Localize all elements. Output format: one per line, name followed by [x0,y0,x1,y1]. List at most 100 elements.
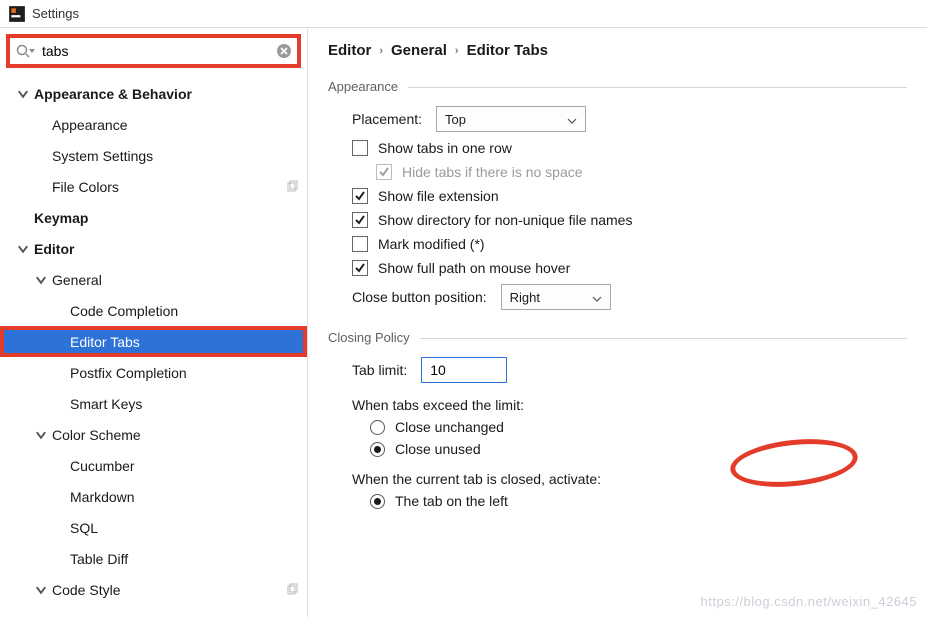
radio-tab-on-left[interactable]: The tab on the left [328,493,907,509]
tree-item-markdown[interactable]: Markdown [0,481,307,512]
tree-item-appearance[interactable]: Appearance [0,109,307,140]
close-btn-pos-value: Right [510,290,540,305]
tree-item-code-style[interactable]: Code Style [0,574,307,605]
placement-label: Placement: [352,111,422,127]
main-panel: Editor › General › Editor Tabs Appearanc… [308,28,927,617]
tab-limit-input[interactable] [421,357,507,383]
tree-spacer [52,552,66,566]
section-closing-title: Closing Policy [328,330,410,345]
checkbox-show-file-ext[interactable]: Show file extension [328,188,907,204]
breadcrumb-editor[interactable]: Editor [328,42,371,59]
tree-item-keymap[interactable]: Keymap [0,202,307,233]
tree-item-label: Editor [34,241,299,257]
search-dropdown-icon [28,43,36,59]
tree-item-color-scheme[interactable]: Color Scheme [0,419,307,450]
sidebar: Appearance & Behavior Appearance System Se… [0,28,308,617]
checkbox-icon [352,236,368,252]
tree-item-general[interactable]: General [0,264,307,295]
tree-item-cucumber[interactable]: Cucumber [0,450,307,481]
tree-item-label: Editor Tabs [70,334,299,350]
chevron-down-icon [16,87,30,101]
tree-item-table-diff[interactable]: Table Diff [0,543,307,574]
tree-item-postfix-completion[interactable]: Postfix Completion [0,357,307,388]
tree-item-label: Color Scheme [52,427,299,443]
checkbox-label: Show file extension [378,188,499,204]
section-appearance-title: Appearance [328,79,398,94]
tree-spacer [52,397,66,411]
tree-item-label: SQL [70,520,299,536]
breadcrumb-sep-icon: › [455,45,459,57]
tree-spacer [34,180,48,194]
checkbox-label: Show directory for non-unique file names [378,212,632,228]
checkbox-label: Show tabs in one row [378,140,512,156]
tree-item-label: Postfix Completion [70,365,299,381]
tree-spacer [52,335,66,349]
tree-spacer [52,304,66,318]
chevron-down-icon [34,273,48,287]
tree-spacer [34,118,48,132]
titlebar: Settings [0,0,927,28]
chevron-down-icon [567,114,577,124]
tree-item-label: File Colors [52,179,281,195]
placement-select[interactable]: Top [436,106,586,132]
tree-item-sql[interactable]: SQL [0,512,307,543]
checkbox-show-tabs-one-row[interactable]: Show tabs in one row [328,140,907,156]
checkbox-label: Show full path on mouse hover [378,260,570,276]
chevron-down-icon [592,292,602,302]
tree-item-file-colors[interactable]: File Colors [0,171,307,202]
tree-item-label: Smart Keys [70,396,299,412]
tree-item-system-settings[interactable]: System Settings [0,140,307,171]
checkbox-icon [352,212,368,228]
checkbox-icon [352,260,368,276]
section-closing-header: Closing Policy [328,330,907,347]
tree-item-label: Appearance [52,117,299,133]
tree-item-editor[interactable]: Editor [0,233,307,264]
tree-item-label: Keymap [34,210,299,226]
tree-item-label: Code Style [52,582,281,598]
placement-row: Placement: Top [328,106,907,132]
radio-label: The tab on the left [395,493,508,509]
checkbox-mark-modified[interactable]: Mark modified (*) [328,236,907,252]
titlebar-text: Settings [32,6,79,21]
search-input-container[interactable] [8,36,299,66]
tree-item-label: System Settings [52,148,299,164]
chevron-down-icon [16,242,30,256]
tree-item-smart-keys[interactable]: Smart Keys [0,388,307,419]
tree-item-code-completion[interactable]: Code Completion [0,295,307,326]
radio-icon [370,442,385,457]
checkbox-show-full-path-hover[interactable]: Show full path on mouse hover [328,260,907,276]
section-appearance-header: Appearance [328,79,907,96]
close-btn-pos-select[interactable]: Right [501,284,611,310]
radio-icon [370,494,385,509]
close-btn-pos-label: Close button position: [352,289,487,305]
tree-spacer [52,521,66,535]
checkbox-icon [352,188,368,204]
copy-icon [285,583,299,597]
chevron-down-icon [34,428,48,442]
search-input[interactable] [36,43,276,59]
tree-spacer [52,366,66,380]
breadcrumb-sep-icon: › [379,45,383,57]
tree-spacer [52,459,66,473]
checkbox-label: Hide tabs if there is no space [402,164,583,180]
checkbox-label: Mark modified (*) [378,236,485,252]
tree-item-editor-tabs[interactable]: Editor Tabs [0,326,307,357]
radio-label: Close unchanged [395,419,504,435]
tree-spacer [34,149,48,163]
radio-close-unchanged[interactable]: Close unchanged [328,419,907,435]
radio-icon [370,420,385,435]
chevron-down-icon [34,583,48,597]
copy-icon [285,180,299,194]
tree-spacer [16,211,30,225]
settings-tree: Appearance & Behavior Appearance System Se… [0,72,307,617]
breadcrumb: Editor › General › Editor Tabs [328,42,907,59]
breadcrumb-editor-tabs[interactable]: Editor Tabs [467,42,548,59]
checkbox-show-dir-nonunique[interactable]: Show directory for non-unique file names [328,212,907,228]
breadcrumb-general[interactable]: General [391,42,447,59]
search-clear-icon[interactable] [276,43,292,59]
watermark: https://blog.csdn.net/weixin_42645 [701,594,917,609]
tree-item-label: Appearance & Behavior [34,86,299,102]
radio-close-unused[interactable]: Close unused [328,441,907,457]
close-button-position-row: Close button position: Right [328,284,907,310]
tree-item-appearance-behavior[interactable]: Appearance & Behavior [0,78,307,109]
